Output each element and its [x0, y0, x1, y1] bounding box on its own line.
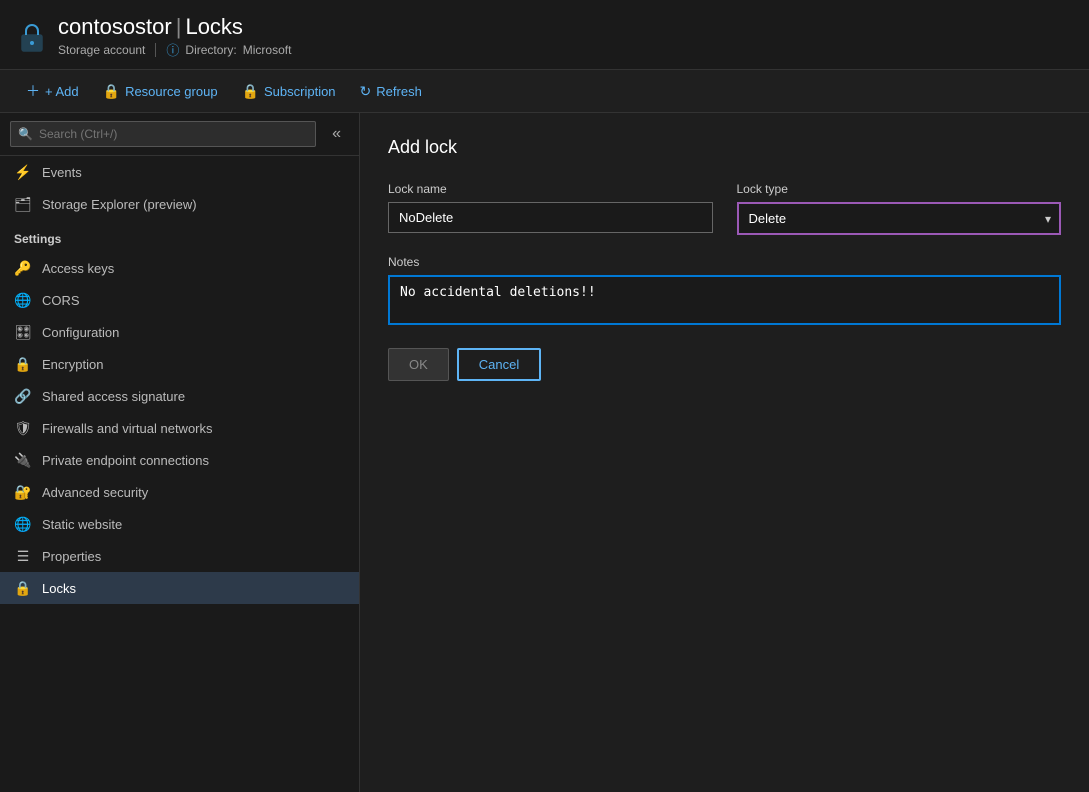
configuration-icon: 🎛 [14, 323, 32, 341]
sidebar-item-static-website[interactable]: 🌐 Static website [0, 508, 359, 540]
notes-section: Notes No accidental deletions!! [388, 255, 1061, 328]
sidebar-item-properties[interactable]: ☰ Properties [0, 540, 359, 572]
info-icon: ⓘ [166, 40, 179, 59]
lock-type-label: Lock type [737, 182, 1062, 196]
header-title-block: contosostor|Locks Storage account ⓘ Dire… [58, 14, 291, 59]
sidebar-item-label: Storage Explorer (preview) [42, 197, 197, 212]
add-icon: ＋ [26, 81, 40, 101]
lock-name-input[interactable] [388, 202, 713, 233]
sidebar-item-firewalls[interactable]: 🛡 Firewalls and virtual networks [0, 412, 359, 444]
sidebar-item-label: Configuration [42, 325, 119, 340]
subscription-icon: 🔒 [242, 83, 259, 100]
access-keys-icon: 🔑 [14, 259, 32, 277]
subtitle-divider [155, 43, 156, 57]
sidebar-item-private-endpoints[interactable]: 🔌 Private endpoint connections [0, 444, 359, 476]
static-website-icon: 🌐 [14, 515, 32, 533]
properties-icon: ☰ [14, 547, 32, 565]
sidebar-item-access-keys[interactable]: 🔑 Access keys [0, 252, 359, 284]
panel-title: Add lock [388, 137, 1061, 158]
locks-icon: 🔒 [14, 579, 32, 597]
lock-type-select[interactable]: Delete Read-only [737, 202, 1062, 235]
page-title: contosostor|Locks [58, 14, 291, 40]
cancel-button[interactable]: Cancel [457, 348, 541, 381]
sidebar-scroll: ⚡ Events 🗂 Storage Explorer (preview) Se… [0, 156, 359, 792]
sidebar-item-label: Private endpoint connections [42, 453, 209, 468]
notes-label: Notes [388, 255, 1061, 269]
settings-section-label: Settings [0, 220, 359, 252]
sidebar-item-label: Locks [42, 581, 76, 596]
subscription-button[interactable]: 🔒 Subscription [232, 78, 346, 105]
sidebar-item-label: Properties [42, 549, 101, 564]
sidebar-item-label: Access keys [42, 261, 114, 276]
refresh-icon: ↻ [360, 83, 372, 100]
sidebar-item-label: CORS [42, 293, 80, 308]
advanced-security-icon: 🔐 [14, 483, 32, 501]
sidebar-item-label: Firewalls and virtual networks [42, 421, 213, 436]
sidebar-item-label: Static website [42, 517, 122, 532]
search-input[interactable] [10, 121, 316, 147]
form-row-lock: Lock name Lock type Delete Read-only ▾ [388, 182, 1061, 235]
header: contosostor|Locks Storage account ⓘ Dire… [0, 0, 1089, 70]
sidebar-item-storage-explorer[interactable]: 🗂 Storage Explorer (preview) [0, 188, 359, 220]
sidebar-item-configuration[interactable]: 🎛 Configuration [0, 316, 359, 348]
lock-icon-toolbar: 🔒 [103, 83, 120, 100]
shared-access-icon: 🔗 [14, 387, 32, 405]
sidebar-item-label: Encryption [42, 357, 103, 372]
add-button[interactable]: ＋ + Add [16, 76, 89, 106]
collapse-button[interactable]: « [324, 121, 349, 147]
panel-inner: Add lock Lock name Lock type Delete Read… [360, 113, 1089, 405]
header-lock-icon [16, 21, 48, 53]
resource-group-button[interactable]: 🔒 Resource group [93, 78, 228, 105]
lock-name-label: Lock name [388, 182, 713, 196]
sidebar-item-label: Events [42, 165, 82, 180]
toolbar: ＋ + Add 🔒 Resource group 🔒 Subscription … [0, 70, 1089, 113]
events-icon: ⚡ [14, 163, 32, 181]
lock-type-field: Lock type Delete Read-only ▾ [737, 182, 1062, 235]
header-subtitle: Storage account ⓘ Directory: Microsoft [58, 40, 291, 59]
lock-name-field: Lock name [388, 182, 713, 233]
sidebar-item-label: Shared access signature [42, 389, 185, 404]
search-icon: 🔍 [18, 127, 33, 141]
notes-input[interactable]: No accidental deletions!! [388, 275, 1061, 325]
sidebar-item-encryption[interactable]: 🔒 Encryption [0, 348, 359, 380]
main-layout: 🔍 « ⚡ Events 🗂 Storage Explorer (preview… [0, 113, 1089, 792]
sidebar-item-events[interactable]: ⚡ Events [0, 156, 359, 188]
sidebar-item-locks[interactable]: 🔒 Locks [0, 572, 359, 604]
storage-explorer-icon: 🗂 [14, 195, 32, 213]
sidebar-item-cors[interactable]: 🌐 CORS [0, 284, 359, 316]
sidebar-item-advanced-security[interactable]: 🔐 Advanced security [0, 476, 359, 508]
private-endpoint-icon: 🔌 [14, 451, 32, 469]
sidebar: 🔍 « ⚡ Events 🗂 Storage Explorer (preview… [0, 113, 360, 792]
refresh-button[interactable]: ↻ Refresh [350, 78, 432, 105]
encryption-icon: 🔒 [14, 355, 32, 373]
cors-icon: 🌐 [14, 291, 32, 309]
sidebar-item-label: Advanced security [42, 485, 148, 500]
button-row: OK Cancel [388, 348, 1061, 381]
lock-type-select-wrapper: Delete Read-only ▾ [737, 202, 1062, 235]
firewalls-icon: 🛡 [14, 419, 32, 437]
ok-button[interactable]: OK [388, 348, 449, 381]
content-panel: Add lock Lock name Lock type Delete Read… [360, 113, 1089, 792]
search-bar: 🔍 « [0, 113, 359, 156]
sidebar-item-shared-access-signature[interactable]: 🔗 Shared access signature [0, 380, 359, 412]
